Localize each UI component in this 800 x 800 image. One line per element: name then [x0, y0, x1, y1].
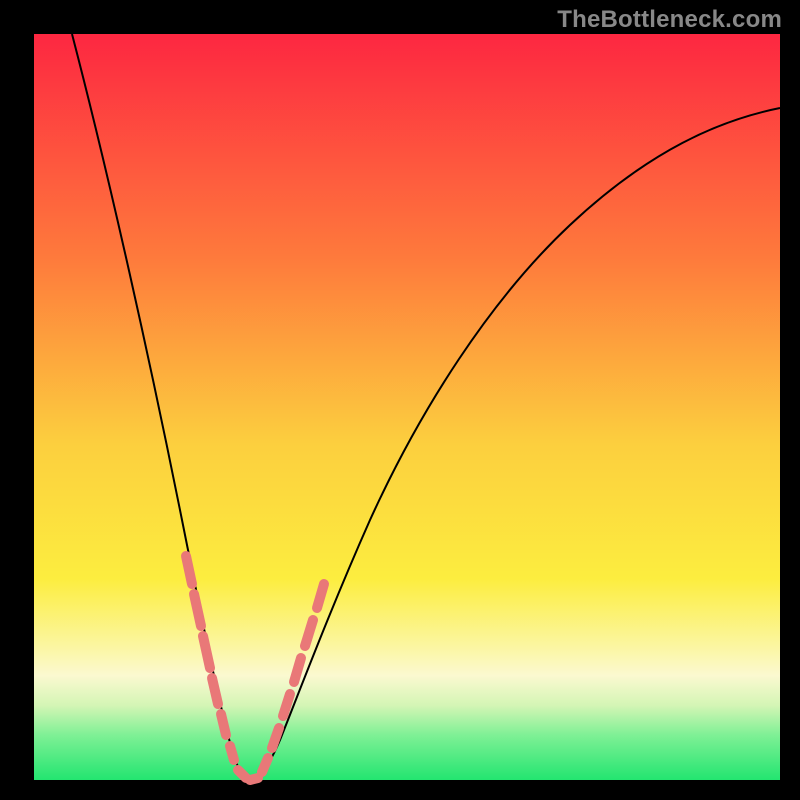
plot-background — [34, 34, 780, 780]
chart-svg — [0, 0, 800, 800]
chart-frame: TheBottleneck.com — [0, 0, 800, 800]
watermark-text: TheBottleneck.com — [557, 6, 782, 34]
